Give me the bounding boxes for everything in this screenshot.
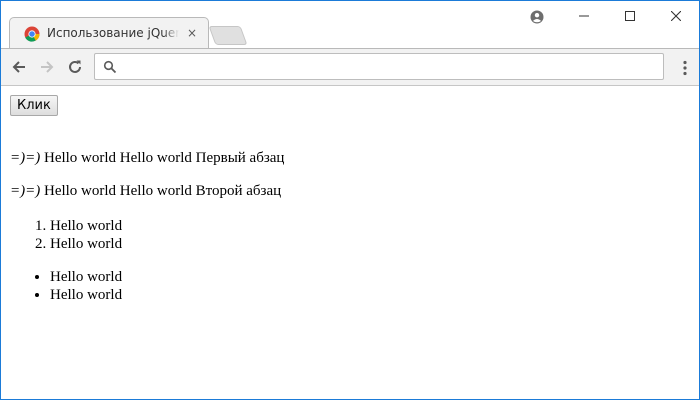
paragraph-prefix: =)=): [10, 183, 41, 199]
list-item: Hello world: [50, 268, 122, 286]
tab-title: Использование jQuery: [47, 26, 179, 40]
reload-icon: [69, 60, 81, 73]
minimize-button[interactable]: [561, 1, 607, 31]
reload-button[interactable]: [64, 56, 86, 78]
click-button[interactable]: Клик: [10, 95, 58, 116]
list-item: Hello world: [50, 217, 122, 235]
arrow-right-icon: [41, 61, 54, 73]
profile-icon: [530, 10, 544, 24]
paragraph-first: =)=) Hello world Hello world Первый абза…: [10, 149, 284, 167]
minimize-icon: [579, 15, 589, 17]
address-input[interactable]: [123, 56, 653, 77]
chrome-favicon-icon: [24, 26, 40, 42]
window-controls: [561, 1, 699, 31]
back-button[interactable]: [8, 56, 30, 78]
browser-tab[interactable]: Использование jQuery ×: [9, 17, 209, 48]
browser-window: Использование jQuery × Клик =)=) Hello w…: [0, 0, 700, 400]
list-item: Hello world: [50, 286, 122, 304]
close-icon: [671, 11, 681, 21]
tab-strip: Использование jQuery ×: [1, 1, 699, 48]
paragraph-text: Hello world Hello world Второй абзац: [40, 183, 282, 199]
paragraph-second: =)=) Hello world Hello world Второй абза…: [10, 182, 281, 200]
browser-menu-button[interactable]: [679, 57, 691, 79]
maximize-icon: [625, 11, 635, 21]
paragraph-prefix: =)=): [10, 150, 41, 166]
close-window-button[interactable]: [653, 1, 699, 31]
browser-toolbar: [1, 48, 699, 86]
tab-close-icon[interactable]: ×: [185, 26, 199, 40]
page-content: Клик =)=) Hello world Hello world Первый…: [1, 86, 699, 399]
ordered-list: Hello world Hello world: [10, 217, 122, 253]
address-bar[interactable]: [94, 53, 664, 80]
forward-button[interactable]: [36, 56, 58, 78]
paragraph-text: Hello world Hello world Первый абзац: [40, 150, 285, 166]
maximize-button[interactable]: [607, 1, 653, 31]
search-icon: [103, 60, 117, 74]
profile-button[interactable]: [527, 7, 547, 27]
arrow-left-icon: [12, 61, 25, 73]
unordered-list: Hello world Hello world: [10, 268, 122, 304]
new-tab-button[interactable]: [208, 26, 248, 45]
list-item: Hello world: [50, 235, 122, 253]
kebab-menu-icon: [683, 60, 687, 76]
